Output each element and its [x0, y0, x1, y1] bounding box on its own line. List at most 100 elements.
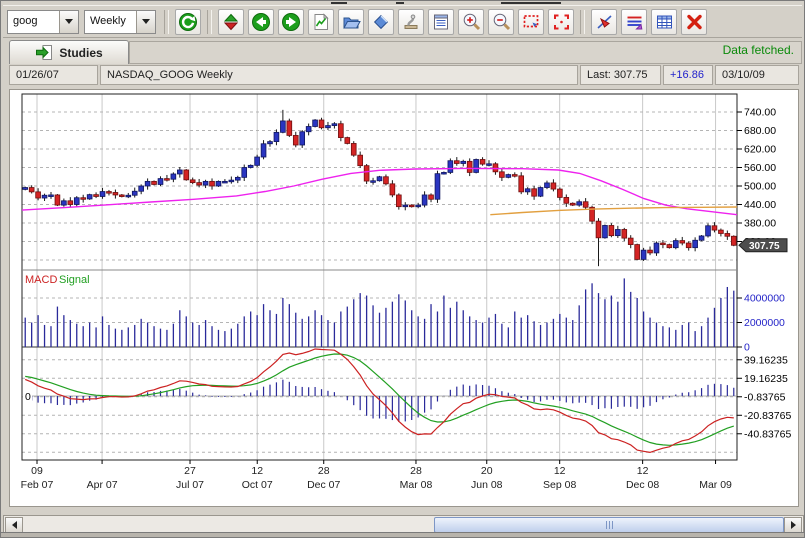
svg-text:Dec 07: Dec 07 — [307, 479, 340, 491]
select-region-icon — [522, 13, 541, 31]
last-price-badge: 307.75 — [739, 239, 787, 252]
symbol-combo[interactable]: goog — [7, 10, 79, 34]
status-message: Data fetched. — [723, 43, 794, 57]
svg-text:-20.83765: -20.83765 — [744, 410, 791, 422]
zoom-in-button[interactable] — [458, 9, 484, 35]
list-button[interactable] — [428, 9, 454, 35]
svg-text:-40.83765: -40.83765 — [744, 428, 791, 440]
svg-text:09: 09 — [31, 465, 43, 477]
scroll-left-icon — [12, 521, 17, 529]
svg-text:307.75: 307.75 — [749, 241, 780, 252]
chart-end-date: 03/10/09 — [715, 65, 799, 85]
chart-document-button[interactable] — [308, 9, 334, 35]
stamp-icon — [402, 13, 420, 31]
expand-corners-icon — [552, 13, 571, 31]
studies-tab-icon — [35, 44, 53, 61]
svg-text:27: 27 — [184, 465, 196, 477]
expand-view-button[interactable] — [548, 9, 574, 35]
chart-canvas[interactable]: 740.00 680.00 620.00 560.00 500.00 440.00 380.… — [10, 90, 798, 511]
forward-button[interactable] — [278, 9, 304, 35]
period-value: Weekly — [85, 11, 136, 33]
symbol-value: goog — [8, 11, 59, 33]
svg-text:Oct 07: Oct 07 — [242, 479, 273, 491]
svg-text:12: 12 — [637, 465, 649, 477]
last-price-cell: Last: 307.75 — [580, 65, 661, 85]
toolbar-separator — [580, 10, 585, 34]
main-toolbar: goog Weekly — [3, 5, 802, 38]
charting-app-window: goog Weekly — [0, 0, 805, 538]
toolbar-separator — [207, 10, 212, 34]
svg-text:Jul 07: Jul 07 — [176, 479, 204, 491]
svg-text:39.16235: 39.16235 — [744, 354, 788, 366]
svg-text:Apr 07: Apr 07 — [87, 479, 118, 491]
trendline-icon — [595, 13, 614, 31]
stamp-button[interactable] — [398, 9, 424, 35]
up-down-arrows-icon — [222, 13, 240, 31]
svg-text:0: 0 — [25, 391, 31, 403]
diamond-icon — [372, 13, 390, 31]
symbol-dropdown-icon[interactable] — [59, 11, 78, 33]
scrollbar-thumb[interactable] — [434, 517, 784, 533]
tab-studies[interactable]: Studies — [9, 40, 129, 64]
back-button[interactable] — [248, 9, 274, 35]
svg-text:Mar 09: Mar 09 — [699, 479, 732, 491]
tab-bar: Studies Data fetched. — [3, 39, 802, 64]
chart-document-icon — [312, 13, 330, 31]
svg-text:440.00: 440.00 — [744, 199, 776, 211]
open-folder-button[interactable] — [338, 9, 364, 35]
svg-text:19.16235: 19.16235 — [744, 373, 788, 385]
delete-button[interactable] — [681, 9, 707, 35]
svg-text:Mar 08: Mar 08 — [400, 479, 433, 491]
svg-text:4000000: 4000000 — [744, 293, 785, 305]
svg-text:Signal: Signal — [59, 274, 90, 286]
svg-text:Feb 07: Feb 07 — [21, 479, 54, 491]
toolbar-separator — [164, 10, 169, 34]
price-change-cell: +16.86 — [663, 65, 713, 85]
svg-text:740.00: 740.00 — [744, 107, 776, 119]
refresh-button[interactable] — [175, 9, 201, 35]
list-icon — [432, 13, 450, 31]
open-folder-icon — [342, 13, 361, 31]
horizontal-scrollbar[interactable] — [3, 515, 804, 533]
sort-updown-button[interactable] — [218, 9, 244, 35]
scroll-right-icon — [791, 521, 796, 529]
svg-text:12: 12 — [554, 465, 566, 477]
indicator-lines-icon — [625, 13, 644, 31]
window-bottom-edge — [1, 532, 804, 537]
forward-arrow-icon — [281, 12, 301, 32]
svg-text:Jun 08: Jun 08 — [471, 479, 503, 491]
close-x-icon — [685, 13, 704, 31]
zoom-out-button[interactable] — [488, 9, 514, 35]
save-diamond-button[interactable] — [368, 9, 394, 35]
svg-text:12: 12 — [251, 465, 263, 477]
svg-text:380.00: 380.00 — [744, 218, 776, 230]
studies-tab-label: Studies — [59, 46, 102, 60]
indicator-lines-button[interactable] — [621, 9, 647, 35]
svg-text:28: 28 — [410, 465, 422, 477]
tab-bar-panel — [129, 41, 802, 64]
svg-text:0: 0 — [744, 342, 750, 354]
series-title: NASDAQ_GOOG Weekly — [100, 65, 578, 85]
svg-text:MACD: MACD — [25, 274, 57, 286]
svg-text:560.00: 560.00 — [744, 162, 776, 174]
svg-text:-0.83765: -0.83765 — [744, 391, 786, 403]
zoom-out-icon — [492, 12, 511, 31]
svg-text:680.00: 680.00 — [744, 125, 776, 137]
chart-panel: 740.00 680.00 620.00 560.00 500.00 440.00 380.… — [9, 89, 799, 507]
back-arrow-icon — [251, 12, 271, 32]
info-bar: 01/26/07 NASDAQ_GOOG Weekly Last: 307.75… — [3, 64, 802, 87]
svg-text:Dec 08: Dec 08 — [626, 479, 659, 491]
data-table-icon — [655, 13, 674, 31]
trendline-tool-button[interactable] — [591, 9, 617, 35]
scroll-left-button[interactable] — [5, 517, 23, 533]
svg-text:28: 28 — [318, 465, 330, 477]
svg-text:500.00: 500.00 — [744, 181, 776, 193]
period-dropdown-icon[interactable] — [136, 11, 155, 33]
scroll-right-button[interactable] — [784, 517, 802, 533]
svg-text:620.00: 620.00 — [744, 144, 776, 156]
data-table-button[interactable] — [651, 9, 677, 35]
select-region-button[interactable] — [518, 9, 544, 35]
period-combo[interactable]: Weekly — [84, 10, 156, 34]
refresh-icon — [178, 12, 198, 32]
zoom-in-icon — [462, 12, 481, 31]
